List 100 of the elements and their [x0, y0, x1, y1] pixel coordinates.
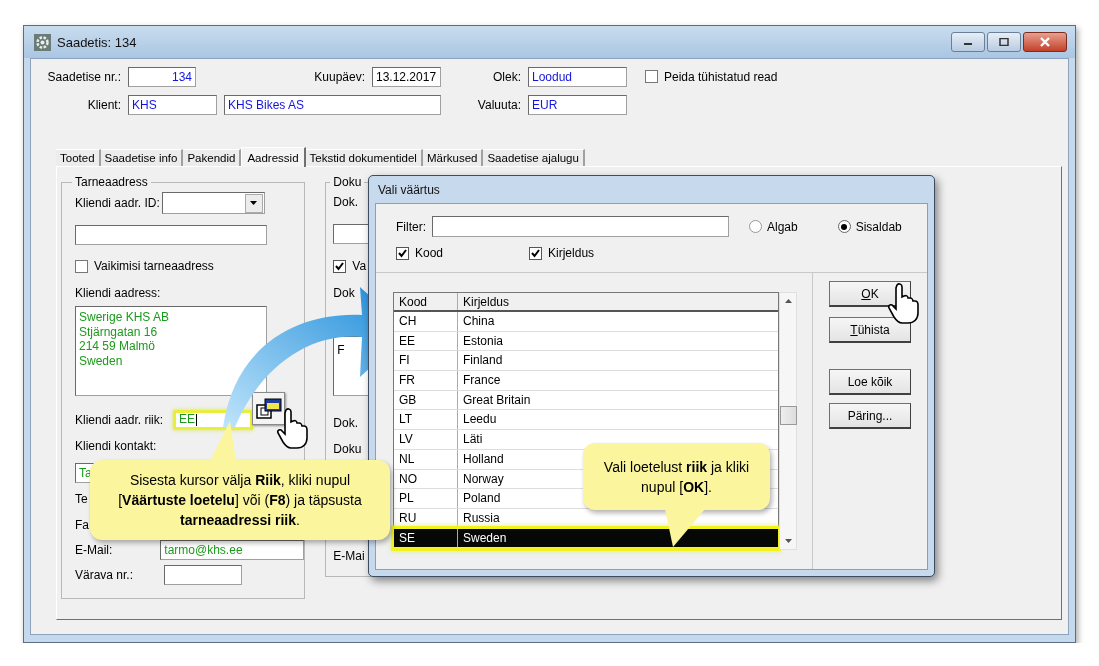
hand-cursor-icon	[276, 408, 308, 450]
table-cell-text: Great Britain	[462, 391, 532, 409]
table-row[interactable]: LT Leedu	[394, 410, 778, 431]
date-field[interactable]: 13.12.2017	[372, 66, 441, 87]
table-row[interactable]: FI Finland	[394, 351, 778, 372]
field-label: Kliendi aadress:	[75, 285, 161, 303]
table-cell: PL	[394, 489, 458, 508]
table-cell-text: Russia	[462, 509, 501, 527]
checkmark-icon	[334, 260, 346, 272]
button[interactable]: Tühista	[829, 317, 911, 343]
group-title: Doku	[332, 175, 363, 189]
tab[interactable]: Tekstid dokumentidel	[305, 149, 423, 166]
text-field[interactable]	[75, 225, 267, 245]
field-label: Valuuta:	[476, 97, 522, 112]
table-cell: EE	[394, 331, 458, 351]
table-row[interactable]: GB Great Britain	[394, 390, 778, 411]
table-cell: LT	[394, 410, 458, 430]
gate-field[interactable]	[164, 565, 243, 586]
radio-circle[interactable]	[837, 220, 851, 233]
filter-field[interactable]	[432, 216, 729, 237]
field-label: Dok	[333, 285, 355, 302]
field-label: Te	[75, 492, 88, 507]
table-cell-text: Holland	[462, 450, 505, 468]
address-field[interactable]: Swerige KHS AB Stjärngatan 16 214 59 Malmö Sweden	[75, 306, 267, 396]
table-cell-text: Estonia	[462, 332, 505, 350]
tab[interactable]: Pakendid	[183, 149, 242, 166]
field-label: Olek:	[492, 69, 522, 84]
number-field[interactable]: 134	[128, 66, 196, 87]
status-field[interactable]: Loodud	[528, 66, 627, 87]
field-label: Klient:	[86, 97, 122, 112]
tab[interactable]: Tooted	[56, 149, 101, 166]
callout-text: Vali loetelust riik ja kliki nupul [OK].	[602, 457, 751, 497]
table-cell: NO	[394, 469, 458, 489]
button[interactable]: Päring...	[829, 403, 911, 429]
group-title: Tarneaadress	[74, 175, 149, 189]
checkbox[interactable]: Va	[333, 252, 367, 280]
maximize-button[interactable]	[987, 32, 1021, 52]
dialog-title: Vali väärtus	[377, 182, 440, 197]
radio-button[interactable]: Algab	[749, 219, 798, 234]
table-cell: FR	[394, 371, 458, 390]
radio-button[interactable]: Sisaldab	[837, 219, 902, 234]
lookup-button[interactable]	[252, 392, 285, 425]
field-label: Dok.	[333, 415, 359, 432]
table-cell-text: Leedu	[462, 411, 498, 429]
field-label: Värava nr.:	[75, 568, 134, 583]
checkbox[interactable]: Kirjeldus	[529, 246, 595, 260]
column-header[interactable]: Kood	[394, 293, 458, 310]
field-label: Kliendi aadr. ID:	[75, 195, 160, 210]
column-header[interactable]: Kirjeldus	[458, 293, 515, 310]
checkbox[interactable]: Peida tühistatud read	[645, 69, 778, 84]
checkbox[interactable]: Kood	[396, 246, 444, 260]
scrollbar[interactable]	[779, 292, 797, 550]
tab[interactable]: Aadressid	[241, 147, 306, 167]
up-arrow-icon	[784, 299, 792, 303]
maximize-icon	[999, 38, 1009, 46]
table-cell-text: France	[462, 372, 502, 390]
down-arrow-icon	[784, 539, 792, 543]
table-row[interactable]: FR France	[394, 371, 778, 391]
table-cell: LV	[394, 430, 458, 449]
table-cell-text: Norway	[462, 470, 505, 488]
caret-icon	[250, 201, 258, 206]
field-label: Filter:	[396, 219, 426, 234]
table-cell-text: China	[462, 313, 496, 330]
table-cell: CH	[394, 312, 458, 331]
table-row[interactable]: SE Sweden	[394, 528, 778, 549]
table-cell-text: Läti	[462, 431, 484, 449]
checkbox[interactable]: Vaikimisi tarneaadress	[75, 252, 305, 281]
tab[interactable]: Saadetise ajalugu	[483, 149, 585, 166]
hand-cursor-icon	[887, 283, 919, 325]
tab[interactable]: Saadetise info	[100, 149, 184, 166]
close-icon	[1039, 37, 1051, 47]
table-row[interactable]: EE Estonia	[394, 331, 778, 352]
field-label: E-Mai	[333, 548, 365, 565]
button[interactable]: Loe kõik	[829, 369, 911, 395]
client-code-field[interactable]: KHS	[128, 94, 217, 115]
field-label: E-Mail:	[75, 543, 113, 558]
field-label: Dok.	[333, 194, 359, 211]
table-cell: FI	[394, 351, 458, 371]
field-label: Fa	[75, 517, 89, 532]
field-label: Kliendi kontakt:	[75, 438, 157, 456]
table-cell: GB	[394, 390, 458, 410]
radio-circle[interactable]	[749, 220, 762, 233]
minimize-button[interactable]	[951, 32, 985, 52]
table-cell: SE	[394, 528, 458, 548]
tab[interactable]: Märkused	[422, 149, 484, 166]
table-cell: NL	[394, 449, 458, 469]
checkmark-icon	[397, 247, 408, 259]
checkmark-icon	[530, 247, 542, 259]
callout-text: Sisesta kursor välja Riik, kliki nupul [Väärtuste loetelu] või (F8) ja täpsusta tarneaadressi riik.	[117, 471, 363, 530]
dropdown-field[interactable]	[161, 191, 265, 214]
field-label: Doku	[333, 441, 362, 458]
table-cell-text: Poland	[462, 490, 502, 508]
currency-field[interactable]: EUR	[528, 94, 627, 115]
client-name-field[interactable]: KHS Bikes AS	[224, 94, 441, 115]
email-field[interactable]: tarmo@khs.ee	[160, 540, 305, 561]
windows-icon	[255, 396, 282, 421]
table-row[interactable]: CH China	[394, 312, 778, 332]
close-button[interactable]	[1023, 32, 1067, 52]
table-cell-text: Sweden	[462, 529, 508, 547]
scroll-thumb[interactable]	[780, 406, 797, 425]
